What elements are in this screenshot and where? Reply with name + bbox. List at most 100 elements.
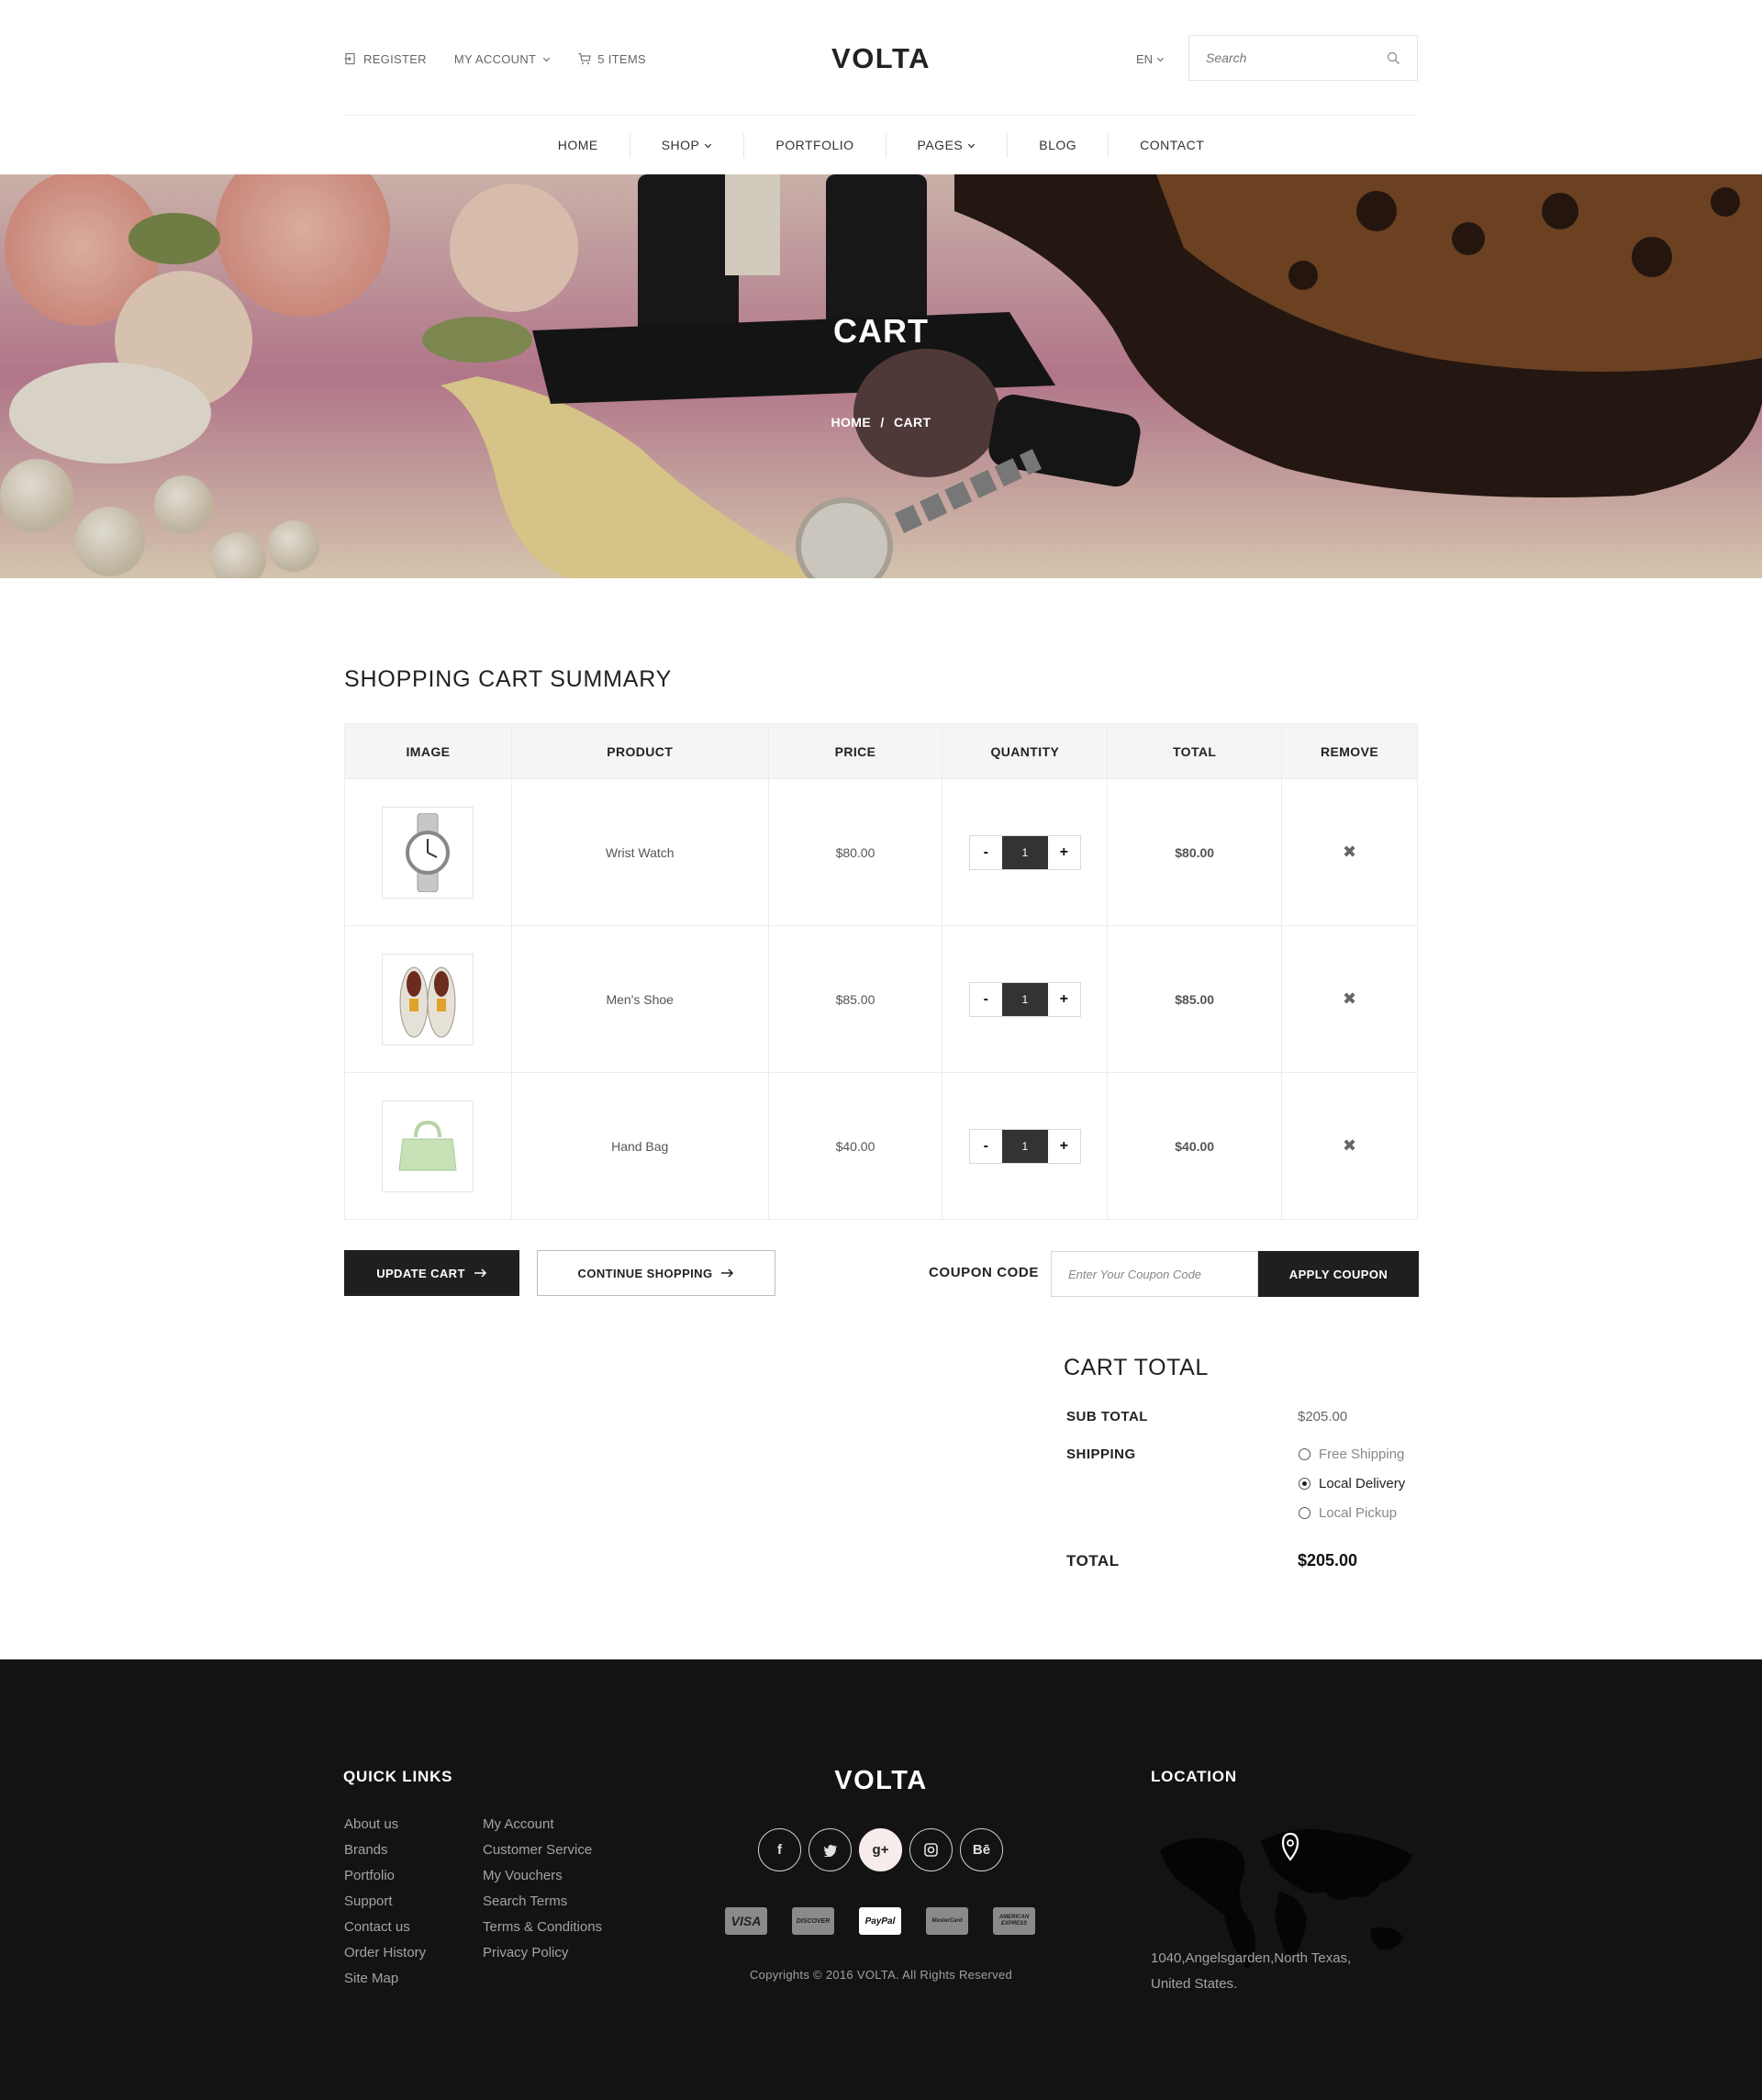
- address: 1040,Angelsgarden,North Texas, United St…: [1151, 1946, 1389, 1997]
- column-header: PRICE: [767, 723, 943, 779]
- footer-link[interactable]: My Vouchers: [483, 1863, 602, 1889]
- decrease-button[interactable]: -: [969, 835, 1002, 869]
- increase-button[interactable]: +: [1047, 982, 1080, 1016]
- nav-item-portfolio[interactable]: PORTFOLIO: [744, 132, 887, 158]
- arrow-right-icon: [721, 1268, 734, 1278]
- shoe-icon: [399, 966, 456, 1037]
- subtotal-value: $205.00: [1298, 1409, 1348, 1424]
- quantity-stepper: -1 +: [968, 1128, 1081, 1164]
- footer-link[interactable]: Order History: [344, 1940, 426, 1966]
- coupon-code-input[interactable]: Enter Your Coupon Code: [1051, 1251, 1258, 1297]
- radio-button[interactable]: [1299, 1507, 1310, 1519]
- quantity-stepper: -1 +: [968, 981, 1081, 1017]
- quantity-value[interactable]: 1: [1001, 1129, 1048, 1163]
- radio-button-selected[interactable]: [1299, 1478, 1310, 1490]
- quick-links-col2: My Account Customer Service My Vouchers …: [483, 1812, 602, 1966]
- page-title: CART: [833, 312, 929, 350]
- search-input[interactable]: [1206, 50, 1387, 65]
- radio-button[interactable]: [1299, 1448, 1310, 1460]
- nav-label: BLOG: [1039, 138, 1077, 152]
- update-cart-label: UPDATE CART: [376, 1266, 465, 1280]
- register-label: REGISTER: [363, 51, 427, 66]
- cart-link[interactable]: 5 ITEMS: [578, 52, 646, 66]
- footer-link[interactable]: Privacy Policy: [483, 1940, 602, 1966]
- footer-link[interactable]: Support: [344, 1889, 426, 1915]
- handbag-icon: [398, 1120, 457, 1170]
- nav-item-shop[interactable]: SHOP: [630, 132, 745, 158]
- breadcrumb-home[interactable]: HOME: [831, 415, 872, 430]
- footer-link[interactable]: My Account: [483, 1812, 602, 1838]
- nav-item-pages[interactable]: PAGES: [887, 132, 1009, 158]
- breadcrumb: HOME / CART: [0, 415, 1762, 430]
- increase-button[interactable]: +: [1047, 835, 1080, 869]
- account-dropdown[interactable]: MY ACCOUNT: [454, 52, 551, 66]
- nav-label: PAGES: [917, 138, 964, 152]
- decrease-button[interactable]: -: [969, 1129, 1002, 1163]
- apply-coupon-button[interactable]: APPLY COUPON: [1258, 1251, 1419, 1297]
- remove-icon[interactable]: ✖: [1343, 843, 1356, 861]
- chevron-down-icon: [968, 143, 976, 148]
- search-icon[interactable]: [1387, 51, 1400, 65]
- nav-item-blog[interactable]: BLOG: [1008, 132, 1110, 158]
- column-header: IMAGE: [344, 723, 512, 779]
- quantity-value[interactable]: 1: [1001, 982, 1048, 1016]
- footer-logo[interactable]: VOLTA: [0, 1766, 1762, 1796]
- product-thumbnail[interactable]: [382, 806, 474, 899]
- table-row: Men's Shoe $85.00 -1 + $85.00 ✖: [344, 925, 1418, 1073]
- nav-item-home[interactable]: HOME: [527, 132, 630, 158]
- register-link[interactable]: REGISTER: [344, 52, 427, 66]
- table-row: Hand Bag $40.00 -1 + $40.00 ✖: [344, 1072, 1418, 1220]
- facebook-icon[interactable]: f: [758, 1828, 801, 1871]
- footer-link[interactable]: Search Terms: [483, 1889, 602, 1915]
- behance-icon[interactable]: Bē: [960, 1828, 1003, 1871]
- product-name[interactable]: Men's Shoe: [510, 925, 769, 1073]
- instagram-icon[interactable]: [909, 1828, 953, 1871]
- site-logo[interactable]: VOLTA: [831, 42, 931, 74]
- table-row: Wrist Watch $80.00 -1 + $80.00 ✖: [344, 778, 1418, 926]
- product-thumbnail[interactable]: [382, 953, 474, 1045]
- google-plus-icon[interactable]: g+: [859, 1828, 902, 1871]
- quantity-value[interactable]: 1: [1001, 835, 1048, 869]
- breadcrumb-current: CART: [894, 415, 931, 430]
- update-cart-button[interactable]: UPDATE CART: [344, 1250, 519, 1296]
- visa-card-icon: VISA: [725, 1907, 767, 1935]
- footer-link[interactable]: About us: [344, 1812, 426, 1838]
- product-thumbnail[interactable]: [382, 1100, 474, 1192]
- column-header: REMOVE: [1281, 723, 1418, 779]
- footer-link[interactable]: Portfolio: [344, 1863, 426, 1889]
- increase-button[interactable]: +: [1047, 1129, 1080, 1163]
- arrow-right-icon: [474, 1268, 486, 1278]
- continue-shopping-label: CONTINUE SHOPPING: [577, 1266, 713, 1280]
- product-name[interactable]: Hand Bag: [510, 1072, 769, 1220]
- product-price: $85.00: [767, 925, 943, 1073]
- account-label: MY ACCOUNT: [453, 51, 537, 66]
- footer-link[interactable]: Brands: [344, 1838, 426, 1863]
- product-name[interactable]: Wrist Watch: [510, 778, 769, 926]
- shipping-option-free[interactable]: Free Shipping: [1299, 1447, 1404, 1462]
- shipping-option-local-delivery[interactable]: Local Delivery: [1299, 1476, 1405, 1491]
- chevron-down-icon: [543, 57, 551, 61]
- remove-icon[interactable]: ✖: [1343, 1136, 1356, 1155]
- american-express-icon: AMERICAN EXPRESS: [993, 1907, 1035, 1935]
- footer-link[interactable]: Contact us: [344, 1915, 426, 1940]
- continue-shopping-button[interactable]: CONTINUE SHOPPING: [537, 1250, 775, 1296]
- total-value: $205.00: [1298, 1551, 1358, 1569]
- nav-label: SHOP: [661, 138, 700, 152]
- shipping-label: SHIPPING: [1066, 1447, 1136, 1462]
- twitter-icon[interactable]: [809, 1828, 852, 1871]
- footer-link[interactable]: Terms & Conditions: [483, 1915, 602, 1940]
- decrease-button[interactable]: -: [969, 982, 1002, 1016]
- wrist-watch-icon: [406, 812, 451, 892]
- shipping-option-label: Free Shipping: [1319, 1447, 1405, 1462]
- discover-card-icon: DISCOVER: [792, 1907, 834, 1935]
- footer-link[interactable]: Customer Service: [483, 1838, 602, 1863]
- line-total: $80.00: [1107, 778, 1283, 926]
- cart-icon: [578, 52, 592, 64]
- social-links: f g+ Bē: [758, 1828, 1003, 1871]
- shipping-option-local-pickup[interactable]: Local Pickup: [1299, 1505, 1397, 1521]
- nav-item-contact[interactable]: CONTACT: [1109, 133, 1235, 158]
- paypal-card-icon: PayPal: [859, 1907, 901, 1935]
- language-selector[interactable]: EN: [1136, 33, 1165, 84]
- subtotal-label: SUB TOTAL: [1066, 1409, 1148, 1424]
- remove-icon[interactable]: ✖: [1343, 989, 1356, 1008]
